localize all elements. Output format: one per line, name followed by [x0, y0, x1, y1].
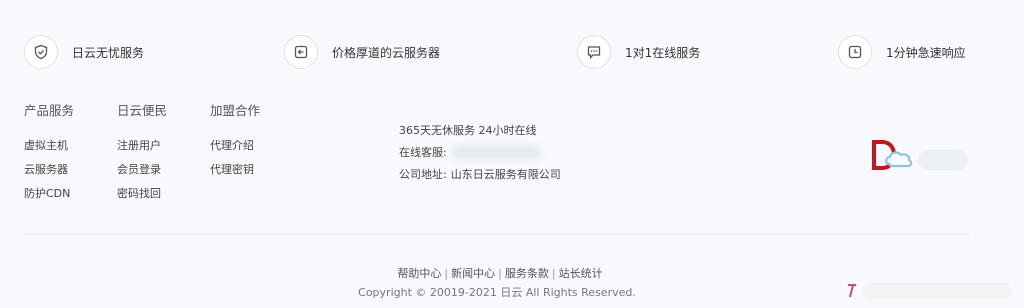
link-cdn[interactable]: 防护CDN — [24, 187, 74, 201]
link-news-center[interactable]: 新闻中心 — [451, 267, 495, 280]
separator: | — [498, 267, 502, 280]
separator: | — [551, 267, 556, 280]
link-virtual-host[interactable]: 虚拟主机 — [24, 139, 74, 153]
brand-logo — [872, 138, 982, 178]
feature-label: 日云无忧服务 — [72, 45, 145, 60]
link-register[interactable]: 注册用户 — [117, 139, 167, 153]
feature-label: 1分钟急速响应 — [886, 45, 966, 60]
clock-icon — [838, 35, 872, 69]
return-arrow-icon — [284, 35, 318, 69]
shield-check-icon — [24, 35, 58, 69]
link-password-recovery[interactable]: 密码找回 — [117, 187, 167, 201]
footer-divider — [24, 234, 969, 235]
column-partnership: 加盟合作 代理介绍 代理密钥 — [210, 100, 260, 187]
chat-bubble-icon — [577, 35, 611, 69]
column-products: 产品服务 虚拟主机 云服务器 防护CDN — [24, 100, 74, 211]
feature-strip: 日云无忧服务 价格厚道的云服务器 1对1在线服务 1分钟急速响应 — [0, 30, 1024, 78]
link-login[interactable]: 会员登录 — [117, 163, 167, 177]
column-title: 产品服务 — [24, 103, 75, 118]
copyright-text: Copyright © 20019-2021 日云 All Rights Res… — [358, 286, 636, 299]
link-agent-key[interactable]: 代理密钥 — [210, 163, 260, 177]
address-value: 山东日云服务有限公司 — [450, 168, 561, 181]
link-terms[interactable]: 服务条款 — [505, 267, 549, 280]
separator: | — [444, 267, 449, 280]
link-help-center[interactable]: 帮助中心 — [397, 267, 441, 280]
address-label: 公司地址: — [399, 168, 447, 181]
feature-label: 价格厚道的云服务器 — [332, 45, 441, 60]
online-support: 在线客服: — [399, 145, 561, 161]
feature-fast-response: 1分钟急速响应 — [838, 30, 966, 74]
column-convenience: 日云便民 注册用户 会员登录 密码找回 — [117, 100, 167, 211]
support-label: 在线客服: — [399, 146, 447, 159]
feature-label: 1对1在线服务 — [625, 45, 701, 60]
column-title: 日云便民 — [117, 103, 168, 118]
link-agent-intro[interactable]: 代理介绍 — [210, 139, 260, 153]
feature-worry-free: 日云无忧服务 — [24, 30, 144, 74]
link-cloud-server[interactable]: 云服务器 — [24, 163, 74, 177]
feature-fair-price: 价格厚道的云服务器 — [284, 30, 440, 74]
feature-one-on-one: 1对1在线服务 — [577, 30, 700, 74]
redacted-support-contact — [450, 145, 541, 161]
company-address: 公司地址: 山东日云服务有限公司 — [399, 168, 561, 182]
service-hours: 365天无休服务 24小时在线 — [399, 124, 537, 137]
link-site-stats[interactable]: 站长统计 — [559, 267, 603, 280]
contact-info: 365天无休服务 24小时在线 在线客服: 公司地址: 山东日云服务有限公司 — [399, 124, 561, 189]
column-title: 加盟合作 — [210, 103, 261, 118]
corner-watermark — [846, 279, 1016, 303]
